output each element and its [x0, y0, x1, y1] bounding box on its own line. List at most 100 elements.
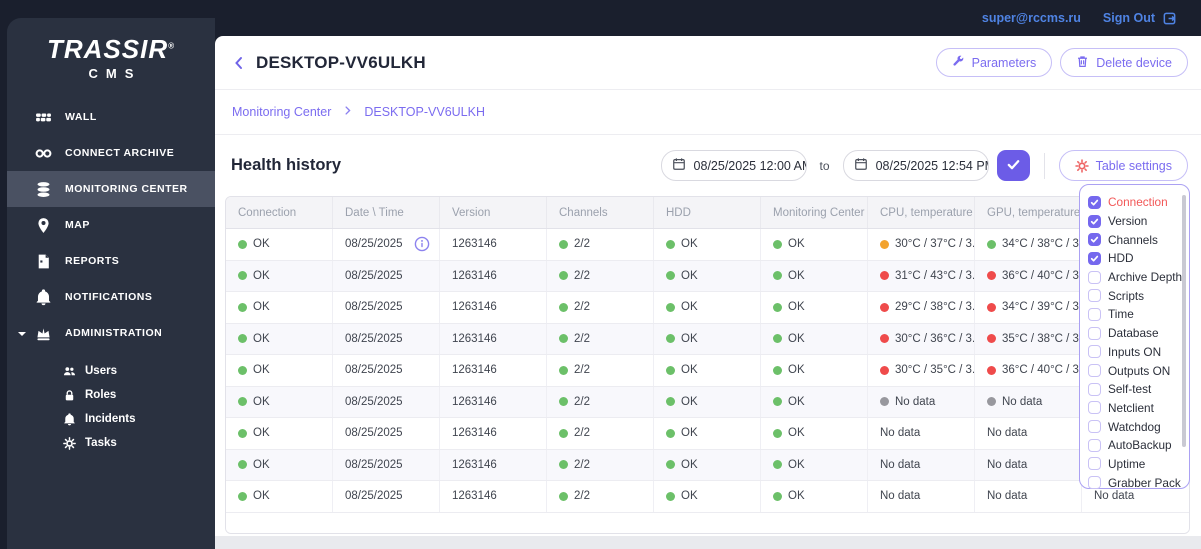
- cell-text: 1263146: [452, 301, 497, 314]
- settings-option-version[interactable]: Version: [1088, 212, 1179, 231]
- sidebar-subitem-incidents[interactable]: Incidents: [7, 407, 215, 431]
- apply-date-button[interactable]: [996, 150, 1030, 181]
- checkbox[interactable]: [1088, 214, 1101, 228]
- checkbox[interactable]: [1088, 307, 1101, 321]
- settings-option-connection[interactable]: Connection: [1088, 193, 1179, 212]
- date-from-input[interactable]: 08/25/2025 12:00 AM: [660, 150, 807, 181]
- cell-text: 30°C / 35°C / 3...: [895, 364, 975, 377]
- sidebar-subitem-roles[interactable]: Roles: [7, 383, 215, 407]
- status-dot-green: [666, 460, 675, 470]
- settings-option-scripts[interactable]: Scripts: [1088, 286, 1179, 305]
- column-header: Version: [440, 197, 547, 228]
- settings-option-outputs-on[interactable]: Outputs ON: [1088, 361, 1179, 380]
- sidebar-item-notifications[interactable]: NOTIFICATIONS: [7, 279, 215, 315]
- sidebar-subitem-users[interactable]: Users: [7, 359, 215, 383]
- cell-text: OK: [788, 269, 805, 282]
- table-cell: No data: [868, 386, 975, 417]
- settings-option-inputs-on[interactable]: Inputs ON: [1088, 343, 1179, 362]
- table-row[interactable]: OK 08/25/2025 1263146 2/2 OK OK No data No data…: [226, 481, 1189, 513]
- checkbox[interactable]: [1088, 251, 1101, 265]
- table-row[interactable]: OK 08/25/2025 1263146 2/2 OK OK 30°C / 37°C / …: [226, 229, 1189, 261]
- cell-text: 2/2: [574, 238, 590, 251]
- table-cell: 2/2: [547, 292, 654, 323]
- table-row[interactable]: OK 08/25/2025 1263146 2/2 OK OK 30°C / 35°C / …: [226, 355, 1189, 387]
- sidebar-item-connect-archive[interactable]: CONNECT ARCHIVE: [7, 135, 215, 171]
- table-cell: No data: [975, 449, 1082, 480]
- checkbox[interactable]: [1088, 401, 1101, 415]
- table-row[interactable]: OK 08/25/2025 1263146 2/2 OK OK No data No data: [226, 418, 1189, 450]
- settings-option-grabber-pack[interactable]: Grabber Pack: [1088, 473, 1181, 492]
- cell-text: 2/2: [574, 458, 590, 471]
- table-cell: 1263146: [440, 323, 547, 354]
- checkbox[interactable]: [1088, 326, 1101, 340]
- device-header: DESKTOP-VV6ULKH Parameters Delete device: [215, 36, 1201, 90]
- sidebar-item-reports[interactable]: REPORTS: [7, 243, 215, 279]
- settings-option-hdd[interactable]: HDD: [1088, 249, 1179, 268]
- scrollbar-thumb[interactable]: [1182, 195, 1186, 447]
- table-cell: OK: [226, 449, 333, 480]
- settings-option-self-test[interactable]: Self-test: [1088, 380, 1179, 399]
- sidebar-item-wall[interactable]: WALL: [7, 99, 215, 135]
- checkbox[interactable]: [1088, 345, 1101, 359]
- table-cell: 1263146: [440, 229, 547, 260]
- sign-out-button[interactable]: Sign Out: [1103, 11, 1177, 26]
- table-cell: 1263146: [440, 449, 547, 480]
- settings-option-label: AutoBackup: [1108, 438, 1172, 453]
- table-settings-button[interactable]: Table settings: [1058, 150, 1188, 181]
- table-cell: 2/2: [547, 355, 654, 386]
- sidebar-subitem-tasks[interactable]: Tasks: [7, 431, 215, 455]
- settings-option-uptime[interactable]: Uptime: [1088, 455, 1179, 474]
- table-cell: No data: [868, 418, 975, 449]
- table-row[interactable]: OK 08/25/2025 1263146 2/2 OK OK No data No data: [226, 449, 1189, 481]
- settings-option-database[interactable]: Database: [1088, 324, 1179, 343]
- checkbox[interactable]: [1088, 270, 1101, 284]
- sidebar-item-monitoring-center[interactable]: MONITORING CENTER: [7, 171, 215, 207]
- cell-text: 35°C / 38°C / 3...: [1002, 332, 1082, 345]
- sign-out-label: Sign Out: [1102, 11, 1155, 25]
- table-row[interactable]: OK 08/25/2025 1263146 2/2 OK OK 29°C / 38°C / …: [226, 292, 1189, 324]
- info-icon[interactable]: [414, 236, 430, 252]
- status-dot-gray: [880, 397, 889, 407]
- map-pin-icon: [35, 217, 52, 234]
- parameters-button[interactable]: Parameters: [935, 48, 1053, 77]
- settings-option-time[interactable]: Time: [1088, 305, 1179, 324]
- table-row[interactable]: OK 08/25/2025 1263146 2/2 OK OK No data No data: [226, 386, 1189, 418]
- checkbox[interactable]: [1088, 438, 1101, 452]
- sidebar-item-administration[interactable]: ADMINISTRATION: [7, 315, 215, 351]
- settings-option-archive-depth[interactable]: Archive Depth: [1088, 268, 1182, 287]
- cell-text: OK: [253, 395, 270, 408]
- settings-option-netclient[interactable]: Netclient: [1088, 399, 1179, 418]
- caret-down-icon[interactable]: [18, 329, 26, 341]
- checkbox[interactable]: [1088, 364, 1101, 378]
- checkbox[interactable]: [1088, 233, 1101, 247]
- table-row[interactable]: OK 08/25/2025 1263146 2/2 OK OK 30°C / 36°C / …: [226, 323, 1189, 355]
- back-icon[interactable]: [231, 55, 247, 71]
- checkbox[interactable]: [1088, 289, 1101, 303]
- cell-text: OK: [681, 458, 698, 471]
- checkbox[interactable]: [1088, 457, 1101, 471]
- table-cell: 08/25/2025: [333, 355, 440, 386]
- divider: [1043, 152, 1045, 179]
- checkbox[interactable]: [1088, 476, 1101, 490]
- sidebar-item-label: CONNECT ARCHIVE: [65, 147, 175, 159]
- table-cell: OK: [226, 323, 333, 354]
- settings-option-label: Connection: [1108, 195, 1168, 210]
- settings-option-watchdog[interactable]: Watchdog: [1088, 417, 1179, 436]
- settings-option-channels[interactable]: Channels: [1088, 230, 1179, 249]
- status-dot-red: [880, 271, 889, 281]
- checkbox[interactable]: [1088, 195, 1101, 209]
- checkbox[interactable]: [1088, 420, 1101, 434]
- delete-device-button[interactable]: Delete device: [1060, 48, 1188, 77]
- table-row[interactable]: OK 08/25/2025 1263146 2/2 OK OK 31°C / 43°C / …: [226, 260, 1189, 292]
- settings-option-label: Database: [1108, 326, 1159, 341]
- date-to-input[interactable]: 08/25/2025 12:54 PM: [842, 150, 989, 181]
- sidebar-item-map[interactable]: MAP: [7, 207, 215, 243]
- checkbox[interactable]: [1088, 382, 1101, 396]
- cell-text: OK: [788, 458, 805, 471]
- cell-text: No data: [880, 458, 921, 471]
- breadcrumb-monitoring-center[interactable]: Monitoring Center: [232, 105, 331, 119]
- table-cell: OK: [654, 449, 761, 480]
- status-dot-green: [559, 365, 568, 375]
- table-cell: 30°C / 35°C / 3...: [868, 355, 975, 386]
- settings-option-autobackup[interactable]: AutoBackup: [1088, 436, 1179, 455]
